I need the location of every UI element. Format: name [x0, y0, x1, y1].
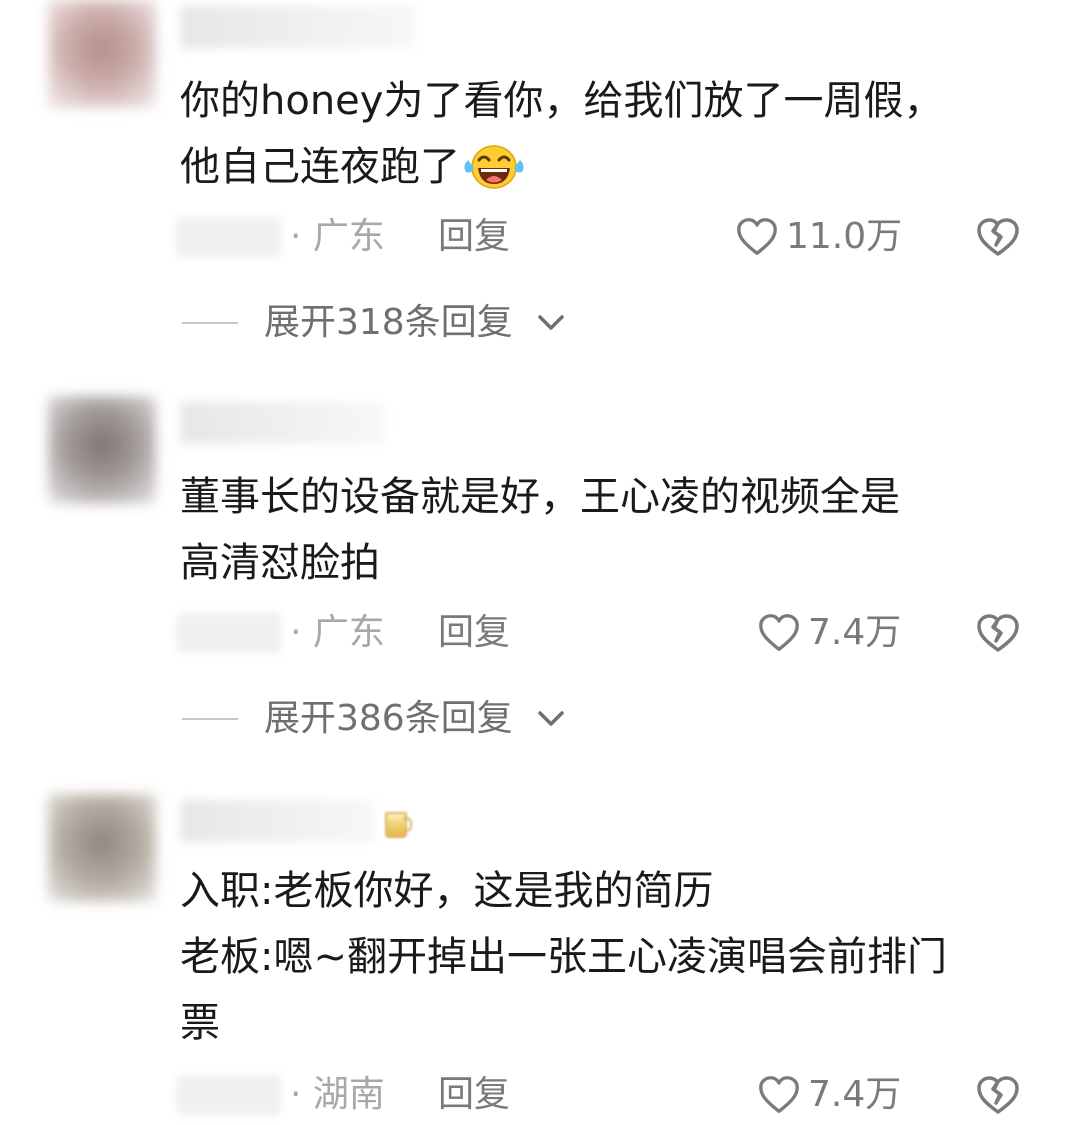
heart-outline-icon	[759, 614, 799, 651]
comment-text: 入职:老板你好，这是我的简历 老板:嗯~翻开掉出一张王心凌演唱会前排门 票	[180, 858, 1060, 1056]
divider	[182, 718, 238, 720]
comment-meta: · 湖南 回复 7.4万	[0, 1070, 1080, 1120]
expand-replies-label: 展开386条回复	[264, 698, 513, 739]
region-label: · 湖南	[290, 1074, 385, 1115]
like-count: 7.4万	[808, 1074, 902, 1115]
comment-text-line: 他自己连夜跑了	[180, 134, 1060, 200]
comment-text-line: 高清怼脸拍	[180, 540, 380, 586]
avatar[interactable]	[48, 794, 156, 902]
like-count: 11.0万	[786, 216, 903, 257]
comment-text-line: 票	[180, 1000, 220, 1046]
timestamp-blurred	[176, 217, 281, 257]
broken-heart-icon[interactable]	[974, 214, 1022, 260]
comment-text-line: 你的honey为了看你，给我们放了一周假，	[180, 78, 944, 124]
expand-replies-label: 展开318条回复	[264, 302, 513, 343]
reply-button[interactable]: 回复	[438, 1072, 510, 1118]
reply-button[interactable]: 回复	[438, 610, 510, 656]
like-button[interactable]: 7.4万	[756, 1070, 901, 1120]
comment-text-line: 董事长的设备就是好，王心凌的视频全是	[180, 474, 900, 520]
like-button[interactable]: 7.4万	[756, 608, 901, 658]
comment-meta: · 广东 回复 7.4万	[0, 608, 1080, 658]
username-blurred[interactable]	[180, 800, 375, 842]
beer-mug-icon	[385, 808, 412, 838]
username-blurred[interactable]	[180, 402, 385, 444]
reply-button[interactable]: 回复	[438, 214, 510, 260]
avatar[interactable]	[48, 396, 156, 504]
comment-text-line: 老板:嗯~翻开掉出一张王心凌演唱会前排门	[180, 934, 947, 980]
comment-text-segment: 他自己连夜跑了	[180, 144, 460, 190]
avatar[interactable]	[48, 0, 156, 108]
comment-text-line: 入职:老板你好，这是我的简历	[180, 868, 714, 914]
comment-text: 董事长的设备就是好，王心凌的视频全是 高清怼脸拍	[180, 464, 1060, 596]
region-label: · 广东	[290, 216, 385, 257]
expand-replies[interactable]: 展开386条回复	[0, 694, 1080, 744]
like-button[interactable]: 11.0万	[734, 212, 902, 262]
chevron-down-icon	[538, 315, 564, 330]
heart-outline-icon	[737, 218, 777, 255]
comment-text: 你的honey为了看你，给我们放了一周假， 他自己连夜跑了	[180, 68, 1060, 200]
chevron-down-icon	[538, 711, 564, 726]
broken-heart-icon[interactable]	[974, 610, 1022, 656]
laughing-crying-emoji	[464, 145, 524, 189]
broken-heart-icon[interactable]	[974, 1072, 1022, 1118]
username-blurred[interactable]	[180, 6, 415, 48]
expand-replies[interactable]: 展开318条回复	[0, 298, 1080, 348]
like-count: 7.4万	[808, 612, 902, 653]
comment-meta: · 广东 回复 11.0万	[0, 212, 1080, 262]
heart-outline-icon	[759, 1076, 799, 1113]
timestamp-blurred	[176, 613, 281, 653]
timestamp-blurred	[176, 1075, 281, 1115]
divider	[182, 322, 238, 324]
region-label: · 广东	[290, 612, 385, 653]
